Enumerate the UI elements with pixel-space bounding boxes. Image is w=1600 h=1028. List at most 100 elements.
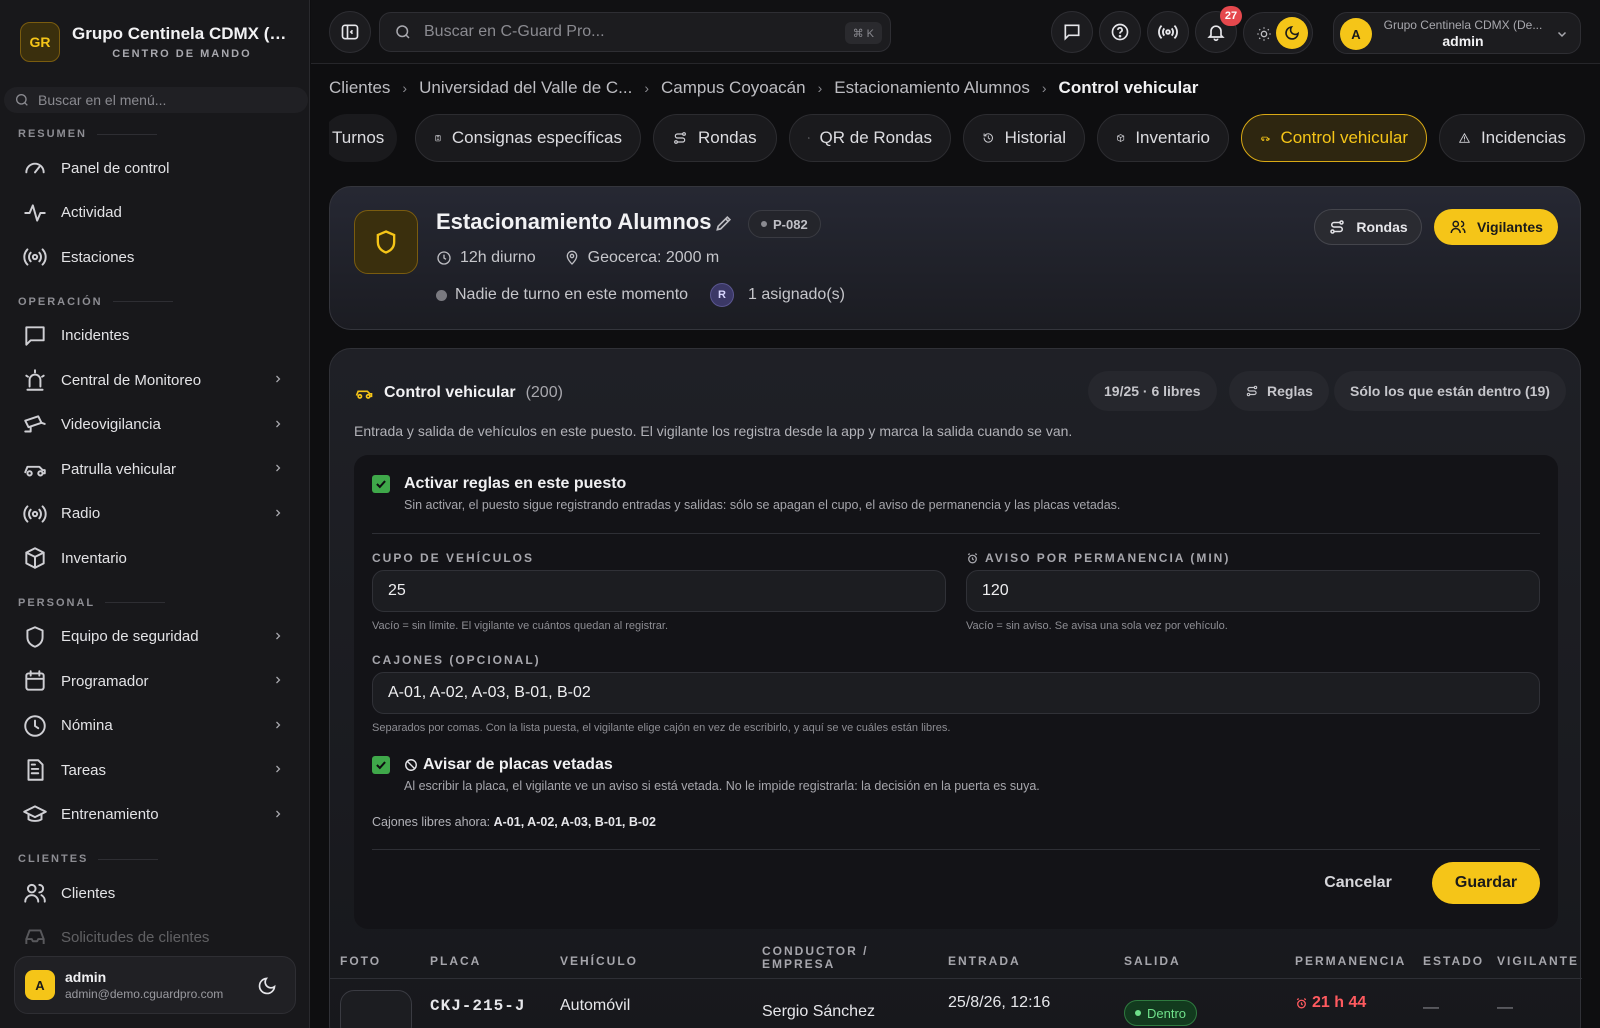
car-icon (24, 466, 46, 477)
sidebar: GR Grupo Centinela CDMX (De... CENTRO DE… (0, 0, 310, 1028)
breadcrumb-item[interactable]: Clientes (329, 78, 390, 98)
sidebar-search-input[interactable]: Buscar en el menú... (4, 87, 308, 113)
sidebar-item-label: Central de Monitoreo (61, 371, 202, 389)
post-tabs: Turnos Consignas específicas Rondas QR de R… (329, 114, 1600, 162)
breadcrumb-item[interactable]: Campus Coyoacán (661, 78, 806, 98)
sidebar-item[interactable]: Entrenamiento (0, 793, 310, 838)
free-slots-summary: Cajones libres ahora: A-01, A-02, A-03, … (372, 815, 656, 829)
cell-driver: Sergio Sánchez (762, 1003, 875, 1020)
save-button[interactable]: Guardar (1432, 862, 1540, 904)
sidebar-item[interactable]: Estaciones (0, 235, 310, 280)
sidebar-item-label: Incidentes (61, 327, 130, 345)
col-header-plate: PLACA (430, 954, 482, 968)
gauge-icon (25, 162, 45, 174)
rules-chip[interactable]: Reglas (1229, 371, 1329, 411)
cell-entry: 25/8/26, 12:16 (948, 994, 1051, 1011)
moon-icon[interactable] (257, 976, 277, 996)
theme-toggle[interactable] (1243, 12, 1313, 54)
car-icon (1260, 136, 1270, 142)
divider (372, 849, 1540, 850)
route-icon (1330, 220, 1345, 234)
tab[interactable]: Incidencias (1439, 114, 1585, 162)
post-status: Nadie de turno en este momento R 1 asign… (436, 283, 845, 307)
pencil-icon[interactable] (714, 213, 734, 233)
sidebar-item-label: Estaciones (61, 248, 135, 266)
tab[interactable]: Historial (963, 114, 1085, 162)
broadcast-icon (23, 248, 47, 266)
vehicle-photo-placeholder[interactable] (340, 990, 412, 1028)
vigilantes-button[interactable]: Vigilantes (1434, 209, 1558, 245)
brand-logo: GR (20, 22, 60, 62)
bell-icon (1207, 25, 1225, 42)
sidebar-item[interactable]: Radio (0, 492, 310, 537)
chevron-right-icon (276, 464, 281, 472)
sidebar-item[interactable]: Equipo de seguridad (0, 615, 310, 660)
brand[interactable]: GR Grupo Centinela CDMX (De... CENTRO DE… (20, 22, 292, 62)
cancel-button[interactable]: Cancelar (1314, 863, 1402, 903)
slots-input[interactable]: A-01, A-02, A-03, B-01, B-02 (372, 672, 1540, 714)
rondas-button[interactable]: Rondas (1314, 209, 1422, 245)
users-icon (24, 884, 46, 903)
capacity-input[interactable]: 25 (372, 570, 946, 612)
capacity-label: CUPO DE VEHÍCULOS (372, 551, 535, 565)
tab[interactable]: Inventario (1097, 114, 1229, 162)
post-icon (354, 210, 418, 274)
shield-icon (26, 626, 44, 648)
vehicle-table-header: FOTO PLACA VEHÍCULO CONDUCTOR / EMPRESA … (330, 937, 1582, 979)
sidebar-item[interactable]: Central de Monitoreo (0, 358, 310, 403)
sidebar-item[interactable]: Panel de control (0, 146, 310, 191)
sidebar-item[interactable]: Patrulla vehicular (0, 447, 310, 492)
breadcrumb: Clientes › Universidad del Valle de C... › C… (329, 78, 1198, 98)
tab[interactable]: Turnos (329, 114, 397, 162)
chevron-right-icon (276, 375, 281, 383)
notifications-button[interactable]: 27 (1195, 6, 1242, 53)
messages-button[interactable] (1051, 11, 1093, 53)
sidebar-item-label: Entrenamiento (61, 806, 159, 824)
col-header-company: EMPRESA (762, 957, 836, 971)
stay-warning-label-group: AVISO POR PERMANENCIA (MIN) (966, 551, 1230, 565)
sidebar-item[interactable]: Incidentes (0, 314, 310, 359)
tab[interactable]: QR de Rondas (789, 114, 951, 162)
breadcrumb-item[interactable]: Universidad del Valle de C... (419, 78, 632, 98)
sidebar-item-label: Solicitudes de clientes (61, 929, 210, 944)
table-row[interactable]: CKJ-215-J Automóvil Sergio Sánchez 25/8/… (330, 979, 1582, 1028)
sidebar-item[interactable]: Videovigilancia (0, 403, 310, 448)
post-geofence: Geocerca: 2000 m (587, 249, 720, 266)
vetted-plates-checkbox[interactable] (372, 756, 390, 774)
sidebar-item[interactable]: Programador (0, 659, 310, 704)
chevron-right-icon (276, 420, 281, 427)
sidebar-item[interactable]: Nómina (0, 704, 310, 749)
cell-vehicle: Automóvil (560, 997, 631, 1014)
sidebar-item[interactable]: Clientes (0, 871, 310, 916)
global-search-input[interactable]: Buscar en C-Guard Pro... ⌘ K (379, 12, 891, 52)
siren-icon (25, 369, 45, 391)
sidebar-item[interactable]: Inventario (0, 536, 310, 581)
tab[interactable]: Rondas (653, 114, 777, 162)
check-icon (376, 761, 386, 770)
breadcrumb-item[interactable]: Estacionamiento Alumnos (834, 78, 1030, 98)
moon-icon (1285, 26, 1299, 40)
sidebar-user-card[interactable]: A admin admin@demo.cguardpro.com (14, 956, 296, 1014)
sidebar-toggle-button[interactable] (329, 11, 371, 53)
inside-filter-chip[interactable]: Sólo los que están dentro (19) (1334, 371, 1566, 411)
sidebar-item-label: Tareas (61, 761, 107, 779)
sidebar-item[interactable]: Tareas (0, 748, 310, 793)
tab[interactable]: Consignas específicas (415, 114, 641, 162)
account-menu[interactable]: A Grupo Centinela CDMX (De... admin (1333, 12, 1581, 54)
post-shift: 12h diurno (460, 249, 536, 266)
sidebar-item[interactable]: Actividad (0, 191, 310, 236)
tab[interactable]: Control vehicular (1241, 114, 1427, 162)
stay-warning-input[interactable]: 120 (966, 570, 1540, 612)
ban-icon (405, 759, 417, 771)
sidebar-item[interactable]: Solicitudes de clientes (0, 916, 310, 944)
user-name: admin (65, 969, 107, 985)
assigned-avatar[interactable]: R (710, 283, 735, 307)
post-header-card: Estacionamiento Alumnos P-082 12h diurno… (329, 186, 1581, 330)
history-icon (983, 133, 993, 143)
sidebar-item-label: Nómina (61, 717, 113, 735)
sidebar-item-label: Videovigilancia (61, 416, 161, 434)
broadcast-button[interactable] (1147, 11, 1189, 53)
activate-rules-checkbox[interactable] (372, 475, 390, 493)
help-button[interactable] (1099, 11, 1141, 53)
sidebar-item-label: Radio (61, 505, 101, 523)
